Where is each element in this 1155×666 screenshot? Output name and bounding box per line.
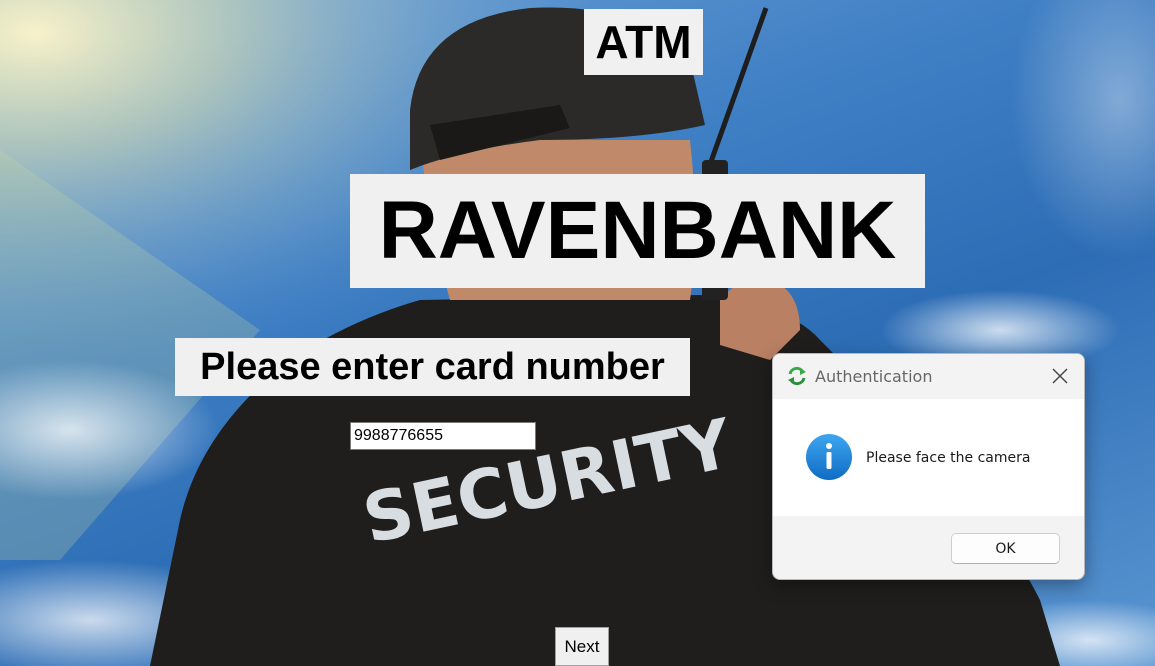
dialog-titlebar[interactable]: Authentication (773, 354, 1084, 399)
authentication-dialog: Authentication Please face the camera OK (772, 353, 1085, 580)
ok-button[interactable]: OK (951, 533, 1060, 564)
dialog-body: Please face the camera (773, 399, 1084, 516)
refresh-arrows-icon (788, 366, 806, 386)
atm-window: SECURITY ATM RAVENBANK Please enter card… (0, 0, 1155, 666)
atm-heading: ATM (584, 9, 703, 75)
dialog-close-button[interactable] (1045, 362, 1075, 390)
bank-name-title: RAVENBANK (350, 174, 925, 288)
info-icon (806, 434, 852, 480)
next-button[interactable]: Next (555, 627, 609, 666)
dialog-message: Please face the camera (866, 450, 1031, 466)
dialog-title: Authentication (815, 367, 933, 386)
close-icon (1052, 368, 1068, 384)
card-number-input[interactable] (350, 422, 536, 450)
card-number-prompt: Please enter card number (175, 338, 690, 396)
